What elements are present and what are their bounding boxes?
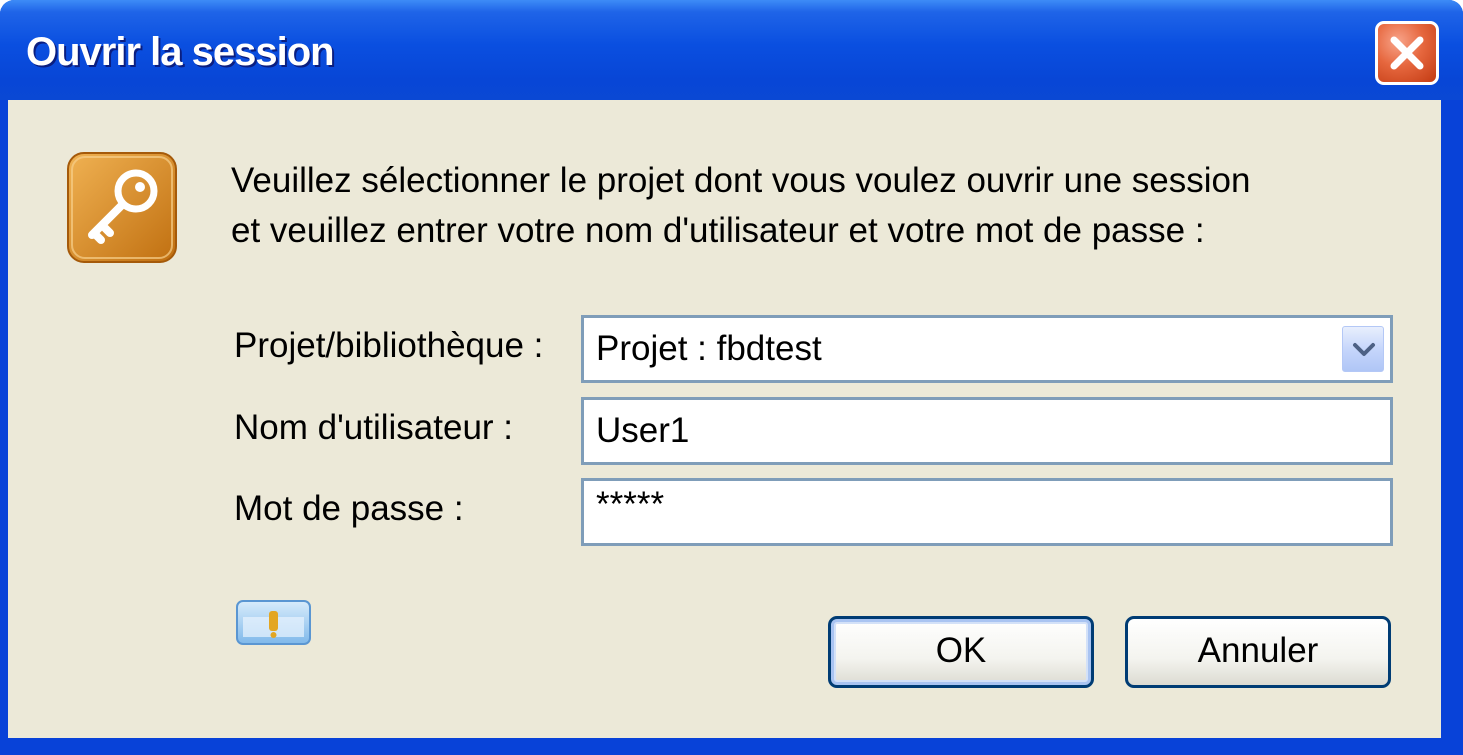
help-icon[interactable] <box>235 597 312 648</box>
key-icon <box>67 152 177 263</box>
password-value: ***** <box>596 485 665 524</box>
chevron-down-icon <box>1353 343 1375 356</box>
cancel-button[interactable]: Annuler <box>1125 616 1391 688</box>
dialog-title: Ouvrir la session <box>26 30 335 74</box>
close-button[interactable] <box>1375 21 1439 85</box>
title-bar[interactable]: Ouvrir la session <box>0 0 1463 100</box>
project-dropdown[interactable]: Projet : fbdtest <box>581 315 1393 383</box>
username-value: User1 <box>596 411 690 450</box>
instruction-line-1: Veuillez sélectionner le projet dont vou… <box>231 161 1251 200</box>
project-dropdown-value: Projet : fbdtest <box>596 329 822 368</box>
close-icon <box>1390 36 1424 70</box>
password-field[interactable]: ***** <box>581 478 1393 546</box>
ok-button[interactable]: OK <box>828 616 1094 688</box>
login-dialog: Ouvrir la session Veuillez sélectionner … <box>0 0 1463 755</box>
username-field[interactable]: User1 <box>581 397 1393 465</box>
dialog-body: Veuillez sélectionner le projet dont vou… <box>8 100 1441 738</box>
username-label: Nom d'utilisateur : <box>234 408 514 447</box>
instruction-text: Veuillez sélectionner le projet dont vou… <box>231 156 1250 256</box>
project-label: Projet/bibliothèque : <box>234 326 544 365</box>
dropdown-button[interactable] <box>1342 326 1384 372</box>
instruction-line-2: et veuillez entrer votre nom d'utilisate… <box>231 211 1205 250</box>
password-label: Mot de passe : <box>234 489 464 528</box>
